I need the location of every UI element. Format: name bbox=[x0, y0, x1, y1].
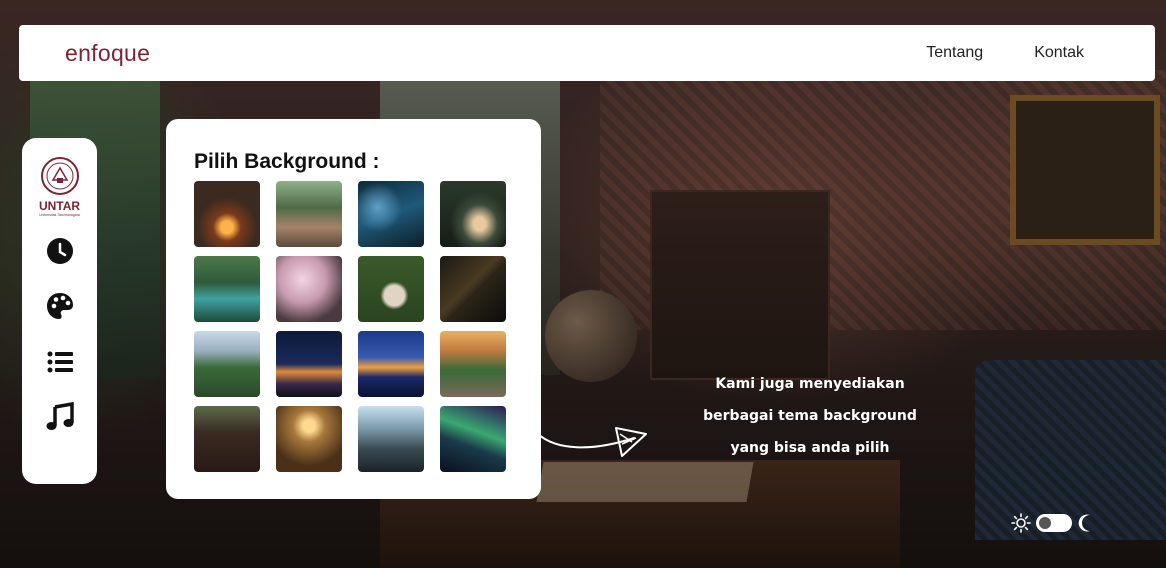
logo-subtext: Universitas Tarumanagara bbox=[39, 213, 80, 217]
background-thumb-sunset-road[interactable] bbox=[440, 331, 506, 397]
background-picker-panel: Pilih Background : bbox=[166, 119, 541, 499]
background-thumb-lake-cabin[interactable] bbox=[440, 181, 506, 247]
background-thumb-chandelier-hall[interactable] bbox=[276, 406, 342, 472]
sun-icon bbox=[1010, 512, 1032, 534]
promo-caption: Kami juga menyediakan berbagai tema back… bbox=[680, 368, 940, 464]
background-thumb-fireplace[interactable] bbox=[194, 181, 260, 247]
panel-title: Pilih Background : bbox=[194, 150, 380, 173]
painting bbox=[1010, 95, 1160, 245]
background-thumbnail-grid bbox=[194, 181, 506, 472]
palette-icon bbox=[46, 293, 73, 319]
globe bbox=[545, 290, 637, 382]
sidebar: UNTAR Universitas Tarumanagara bbox=[22, 138, 97, 484]
nav-link-tentang[interactable]: Tentang bbox=[926, 44, 983, 62]
theme-toggle-group bbox=[1010, 512, 1098, 534]
background-thumb-city-reflection[interactable] bbox=[358, 331, 424, 397]
background-thumb-forest-river[interactable] bbox=[194, 256, 260, 322]
logo-text: UNTAR bbox=[38, 199, 81, 213]
caption-line-2: berbagai tema background bbox=[703, 408, 917, 424]
nav-link-kontak[interactable]: Kontak bbox=[1034, 44, 1084, 62]
background-thumb-rainy-window[interactable] bbox=[440, 256, 506, 322]
theme-toggle-switch[interactable] bbox=[1036, 514, 1072, 532]
open-book bbox=[536, 462, 754, 502]
arrow-icon bbox=[537, 427, 647, 457]
caption-line-3: yang bisa anda pilih bbox=[730, 440, 890, 456]
background-thumb-rainy-city[interactable] bbox=[358, 181, 424, 247]
background-thumb-aerial-lounge[interactable] bbox=[358, 406, 424, 472]
sidebar-item-music[interactable] bbox=[40, 397, 80, 437]
background-thumb-dusk-skyline[interactable] bbox=[276, 331, 342, 397]
navbar: enfoque Tentang Kontak bbox=[19, 25, 1155, 81]
background-thumb-park-skyline[interactable] bbox=[194, 331, 260, 397]
sidebar-item-timer[interactable] bbox=[40, 231, 80, 271]
clock-icon bbox=[46, 238, 73, 264]
nav-links: Tentang Kontak bbox=[926, 44, 1084, 62]
background-thumb-picnic[interactable] bbox=[358, 256, 424, 322]
untar-seal-icon bbox=[40, 157, 79, 195]
brand-logo[interactable]: enfoque bbox=[65, 40, 150, 67]
background-thumb-campfire-friends[interactable] bbox=[276, 181, 342, 247]
list-icon bbox=[47, 351, 73, 373]
caption-line-1: Kami juga menyediakan bbox=[715, 376, 905, 392]
sidebar-item-todo[interactable] bbox=[40, 342, 80, 382]
music-note-icon bbox=[46, 402, 74, 430]
background-thumb-cherry-blossom[interactable] bbox=[276, 256, 342, 322]
background-thumb-library[interactable] bbox=[194, 406, 260, 472]
sidebar-item-background[interactable] bbox=[40, 286, 80, 326]
background-thumb-aurora[interactable] bbox=[440, 406, 506, 472]
toggle-knob bbox=[1039, 517, 1051, 529]
moon-icon bbox=[1076, 512, 1098, 534]
cabinet bbox=[650, 190, 830, 380]
